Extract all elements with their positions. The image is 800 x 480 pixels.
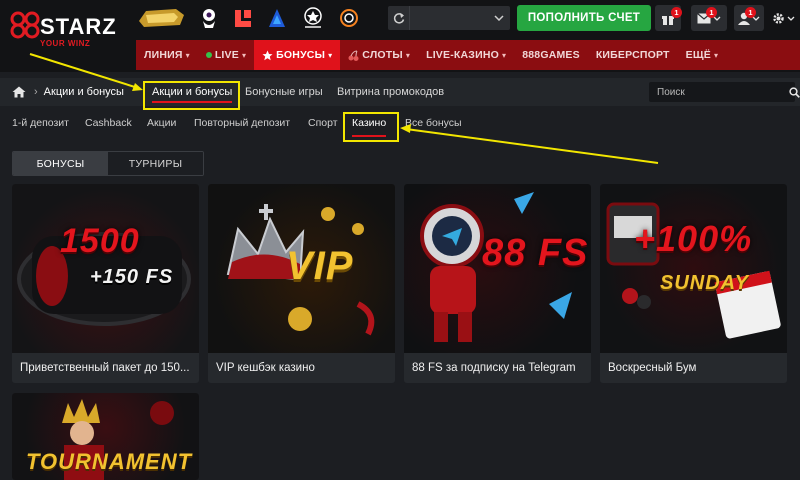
breadcrumb-current[interactable]: Акции и бонусы: [44, 86, 124, 98]
card-title: 88 FS за подписку на Telegram: [412, 362, 576, 374]
nav-item-live-casino[interactable]: LIVE-КАЗИНО ▾: [418, 40, 514, 70]
tab-bonus-games[interactable]: Бонусные игры: [245, 78, 323, 106]
nav-item-esports[interactable]: КИБЕРСПОРТ: [588, 40, 678, 70]
bonus-card[interactable]: VIP VIP кешбэк казино: [208, 184, 395, 383]
subtab-all-bonuses[interactable]: Все бонусы: [405, 114, 462, 132]
card-art-sunday: SUNDAY: [660, 272, 749, 294]
card-image: VIP: [208, 184, 395, 353]
settings-button[interactable]: [770, 5, 796, 31]
card-title: Воскресный Бум: [608, 362, 697, 374]
odds-format-controls: [388, 6, 510, 30]
premier-league-icon[interactable]: [198, 7, 220, 29]
card-image: +100% SUNDAY: [600, 184, 787, 353]
bonus-card[interactable]: +100% SUNDAY Воскресный Бум: [600, 184, 787, 383]
card-art-88fs: 88 FS: [482, 232, 589, 274]
odds-format-select[interactable]: [388, 6, 510, 30]
subtab-sport[interactable]: Спорт: [308, 114, 338, 132]
top-header: STARZ YOUR WINZ ПОПОЛНИТЬ СЧЕТ 1 1 1 ЛИН…: [0, 0, 800, 72]
nav-label: ЛИНИЯ: [144, 49, 183, 61]
serie-a-icon[interactable]: [266, 7, 288, 29]
mail-badge: 1: [706, 7, 717, 18]
card-title: VIP кешбэк казино: [216, 362, 315, 374]
gift-button[interactable]: 1: [655, 5, 682, 31]
star-icon: [262, 50, 273, 60]
search-icon[interactable]: [789, 86, 800, 98]
gear-icon: [772, 12, 784, 24]
bonus-tournament-toggle: БОНУСЫ ТУРНИРЫ: [12, 151, 204, 176]
bonus-card[interactable]: 1500 +150 FS Приветственный пакет до 150…: [12, 184, 199, 383]
nav-label: БОНУСЫ: [276, 49, 326, 61]
nav-label: 888GAMES: [522, 49, 580, 61]
messages-button[interactable]: 1: [691, 5, 727, 31]
nav-item-bonuses[interactable]: БОНУСЫ ▾: [254, 40, 341, 70]
card-title: Приветственный пакет до 150...: [20, 362, 190, 374]
nav-item-line[interactable]: ЛИНИЯ ▾: [136, 40, 198, 70]
main-nav: ЛИНИЯ ▾ LIVE ▾ БОНУСЫ ▾ СЛОТЫ ▾ LIVE-КАЗИНО ▾…: [136, 40, 800, 70]
chevron-right-icon: ›: [34, 86, 38, 98]
chevron-down-icon: ▾: [185, 50, 190, 60]
nav-label: LIVE-КАЗИНО: [426, 49, 499, 61]
toggle-tournaments[interactable]: ТУРНИРЫ: [108, 152, 203, 175]
europa-league-icon[interactable]: [338, 7, 360, 29]
logo-text: STARZ: [40, 14, 117, 39]
chevron-down-icon: ▾: [328, 50, 333, 60]
card-image: 1500 +150 FS: [12, 184, 199, 353]
logo-tagline: YOUR WINZ: [40, 39, 91, 48]
nav-item-slots[interactable]: СЛОТЫ ▾: [340, 40, 418, 70]
live-dot-icon: [205, 52, 212, 58]
nav-label: СЛОТЫ: [362, 49, 403, 61]
nav-label: КИБЕРСПОРТ: [595, 49, 670, 61]
subtab-first-deposit[interactable]: 1-й депозит: [12, 114, 69, 132]
card-art-vip: VIP: [286, 244, 354, 288]
user-badge: 1: [745, 7, 756, 18]
subtab-redeposit[interactable]: Повторный депозит: [194, 114, 290, 132]
site-logo[interactable]: STARZ YOUR WINZ: [10, 6, 116, 66]
deposit-button[interactable]: ПОПОЛНИТЬ СЧЕТ: [517, 5, 651, 31]
card-art-percent: +100%: [634, 218, 753, 259]
search-box: [649, 82, 800, 102]
nav-label: ЕЩЁ: [685, 49, 711, 61]
chevron-down-icon: ▾: [501, 50, 507, 60]
card-art-tournament: TOURNAMENT: [26, 449, 193, 474]
subtab-cashback[interactable]: Cashback: [85, 114, 132, 132]
bonus-card[interactable]: 88 FS 88 FS за подписку на Telegram: [404, 184, 591, 383]
home-icon[interactable]: [12, 86, 26, 98]
laliga-icon[interactable]: [232, 7, 254, 29]
subtab-promos[interactable]: Акции: [147, 114, 176, 132]
bonus-card[interactable]: TOURNAMENT: [12, 393, 199, 480]
profile-button[interactable]: 1: [734, 5, 764, 31]
search-input[interactable]: [649, 86, 789, 98]
chevron-down-icon: ▾: [405, 50, 411, 60]
tab-promo-showcase[interactable]: Витрина промокодов: [337, 78, 444, 106]
sevilla-badge-icon[interactable]: [136, 7, 186, 29]
card-art-amount: 1500: [60, 222, 140, 260]
partner-logos: [136, 4, 360, 32]
chevron-down-icon: ▾: [713, 50, 719, 60]
nav-label: LIVE: [214, 49, 239, 61]
nav-item-live[interactable]: LIVE ▾: [198, 40, 254, 70]
toggle-bonuses[interactable]: БОНУСЫ: [13, 152, 108, 175]
chevron-down-icon: [787, 16, 794, 21]
chevron-down-icon: ▾: [241, 50, 247, 60]
arrow-line: [405, 128, 659, 164]
refresh-icon[interactable]: [388, 6, 410, 30]
card-image: 88 FS: [404, 184, 591, 353]
slot-calendar-icon: [606, 202, 781, 339]
tab-promotions[interactable]: Акции и бонусы: [152, 78, 233, 106]
gift-badge: 1: [671, 7, 682, 18]
card-image: TOURNAMENT: [12, 393, 199, 480]
nav-item-888games[interactable]: 888GAMES: [514, 40, 588, 70]
subtab-casino[interactable]: Казино: [352, 114, 387, 137]
champions-league-icon[interactable]: [300, 7, 326, 29]
chevron-down-icon: [494, 13, 504, 24]
cherry-icon: [348, 50, 359, 61]
nav-item-more[interactable]: ЕЩЁ ▾: [678, 40, 727, 70]
card-art-fs: +150 FS: [90, 266, 174, 288]
